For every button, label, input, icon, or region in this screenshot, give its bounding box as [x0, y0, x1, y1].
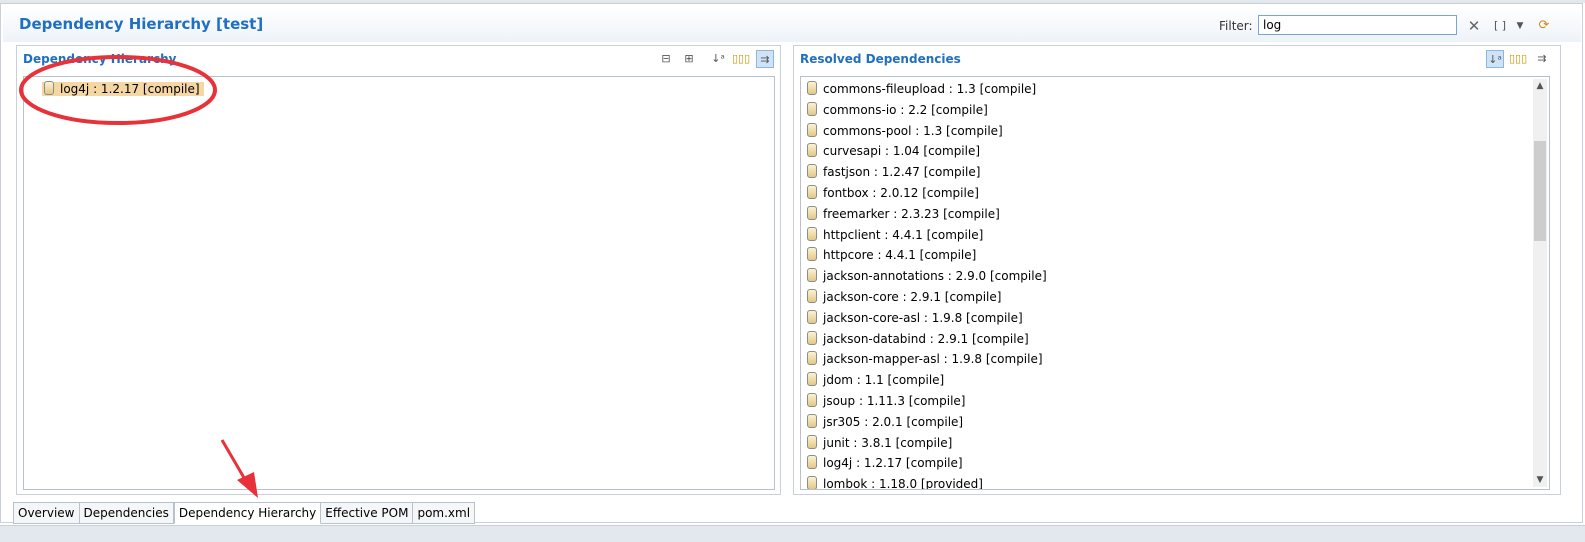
dependency-hierarchy-section: Dependency Hierarchy ⊟ ⊞ ↓ᵃ ▯▯▯ ⇉ log4j …: [16, 45, 781, 495]
jar-icon: [807, 143, 817, 157]
list-item[interactable]: jackson-mapper-asl : 1.9.8 [compile]: [807, 349, 1043, 369]
vertical-scrollbar[interactable]: ▲ ▼: [1533, 79, 1547, 487]
jar-icon: [807, 247, 817, 261]
list-item[interactable]: jdom : 1.1 [compile]: [807, 370, 944, 390]
jar-icon: [807, 414, 817, 428]
pom-editor: Dependency Hierarchy [test] Filter: ✕ [ …: [0, 3, 1583, 525]
bottom-views-strip: [0, 525, 1585, 542]
list-item[interactable]: jackson-core : 2.9.1 [compile]: [807, 287, 1001, 307]
list-item[interactable]: httpclient : 4.4.1 [compile]: [807, 225, 983, 245]
jar-icon: [807, 455, 817, 469]
jar-icon: [807, 164, 817, 178]
editor-tabs: Overview Dependencies Dependency Hierarc…: [13, 502, 476, 525]
tree-item[interactable]: log4j : 1.2.17 [compile]: [42, 79, 204, 99]
show-groupid-icon[interactable]: ▯▯▯: [1509, 50, 1527, 68]
list-item-label: freemarker : 2.3.23 [compile]: [823, 207, 1000, 221]
dropdown-icon[interactable]: ▼: [1511, 17, 1529, 35]
list-item-label: httpclient : 4.4.1 [compile]: [823, 228, 984, 242]
list-item[interactable]: jsr305 : 2.0.1 [compile]: [807, 412, 963, 432]
scroll-up-icon[interactable]: ▲: [1533, 79, 1547, 93]
jar-icon: [807, 372, 817, 386]
list-item-label: curvesapi : 1.04 [compile]: [823, 144, 981, 158]
jar-icon: [807, 102, 817, 116]
jar-icon: [44, 81, 54, 95]
list-item[interactable]: commons-pool : 1.3 [compile]: [807, 121, 1003, 141]
list-item[interactable]: jackson-databind : 2.9.1 [compile]: [807, 329, 1029, 349]
list-item-label: commons-pool : 1.3 [compile]: [823, 124, 1003, 138]
jar-icon: [807, 310, 817, 324]
link-with-editor-icon[interactable]: ⇉: [756, 50, 774, 68]
jar-icon: [807, 435, 817, 449]
list-item-label: jsr305 : 2.0.1 [compile]: [823, 415, 964, 429]
tree-item-label: log4j : 1.2.17 [compile]: [60, 82, 200, 96]
clear-filter-icon[interactable]: ✕: [1465, 17, 1483, 35]
refresh-icon[interactable]: ⟳: [1535, 17, 1553, 35]
list-item[interactable]: junit : 3.8.1 [compile]: [807, 433, 952, 453]
list-item[interactable]: jsoup : 1.11.3 [compile]: [807, 391, 965, 411]
jar-icon: [807, 268, 817, 282]
list-item-label: jsoup : 1.11.3 [compile]: [823, 394, 966, 408]
list-item-label: commons-fileupload : 1.3 [compile]: [823, 82, 1037, 96]
list-item[interactable]: fontbox : 2.0.12 [compile]: [807, 183, 979, 203]
list-item[interactable]: lombok : 1.18.0 [provided]: [807, 474, 983, 490]
jar-icon: [807, 331, 817, 345]
list-item[interactable]: freemarker : 2.3.23 [compile]: [807, 204, 1000, 224]
list-item-label: jackson-core-asl : 1.9.8 [compile]: [823, 311, 1023, 325]
expand-all-icon[interactable]: ⊞: [680, 50, 698, 68]
list-item[interactable]: log4j : 1.2.17 [compile]: [807, 453, 963, 473]
jar-icon: [807, 289, 817, 303]
jar-icon: [807, 227, 817, 241]
tab-effective-pom[interactable]: Effective POM: [321, 503, 414, 524]
list-item-label: jackson-mapper-asl : 1.9.8 [compile]: [823, 352, 1043, 366]
tab-overview[interactable]: Overview: [13, 503, 80, 524]
list-item-label: fastjson : 1.2.47 [compile]: [823, 165, 981, 179]
page-title: Dependency Hierarchy [test]: [19, 15, 264, 33]
sort-icon[interactable]: ↓ᵃ: [709, 50, 727, 68]
list-item-label: junit : 3.8.1 [compile]: [823, 436, 953, 450]
list-item[interactable]: fastjson : 1.2.47 [compile]: [807, 162, 980, 182]
list-item-label: httpcore : 4.4.1 [compile]: [823, 248, 977, 262]
jar-icon: [807, 351, 817, 365]
tab-dependencies[interactable]: Dependencies: [79, 503, 174, 524]
link-with-editor-icon[interactable]: ⇉: [1533, 50, 1551, 68]
jar-icon: [807, 123, 817, 137]
hierarchy-tree: log4j : 1.2.17 [compile]: [23, 76, 775, 490]
list-item-label: log4j : 1.2.17 [compile]: [823, 456, 963, 470]
list-item-label: commons-io : 2.2 [compile]: [823, 103, 988, 117]
list-item[interactable]: curvesapi : 1.04 [compile]: [807, 141, 980, 161]
jar-icon: [807, 476, 817, 489]
list-item-label: jackson-databind : 2.9.1 [compile]: [823, 332, 1029, 346]
list-item-label: lombok : 1.18.0 [provided]: [823, 477, 983, 490]
section-title: Dependency Hierarchy: [23, 52, 177, 66]
section-title: Resolved Dependencies: [800, 52, 961, 66]
list-item[interactable]: jackson-annotations : 2.9.0 [compile]: [807, 266, 1047, 286]
collapse-all-icon[interactable]: ⊟: [657, 50, 675, 68]
filter-mode-icon[interactable]: [ ]: [1491, 17, 1509, 35]
list-item-label: jdom : 1.1 [compile]: [823, 373, 945, 387]
jar-icon: [807, 393, 817, 407]
editor-header: Dependency Hierarchy [test] Filter: ✕ [ …: [3, 6, 1581, 42]
scrollbar-thumb[interactable]: [1534, 141, 1546, 241]
list-item-label: fontbox : 2.0.12 [compile]: [823, 186, 979, 200]
list-item[interactable]: commons-fileupload : 1.3 [compile]: [807, 79, 1036, 99]
jar-icon: [807, 81, 817, 95]
scroll-down-icon[interactable]: ▼: [1533, 473, 1547, 487]
list-item-label: jackson-annotations : 2.9.0 [compile]: [823, 269, 1047, 283]
resolved-list: commons-fileupload : 1.3 [compile] commo…: [800, 76, 1550, 490]
tab-pom-xml[interactable]: pom.xml: [413, 503, 476, 524]
filter-label: Filter:: [1219, 19, 1253, 33]
tab-dependency-hierarchy[interactable]: Dependency Hierarchy: [173, 503, 322, 524]
list-item[interactable]: jackson-core-asl : 1.9.8 [compile]: [807, 308, 1023, 328]
jar-icon: [807, 185, 817, 199]
jar-icon: [807, 206, 817, 220]
show-groupid-icon[interactable]: ▯▯▯: [732, 50, 750, 68]
filter-input[interactable]: [1258, 15, 1457, 35]
sort-icon[interactable]: ↓ᵃ: [1486, 50, 1504, 68]
list-item[interactable]: httpcore : 4.4.1 [compile]: [807, 245, 976, 265]
list-item[interactable]: commons-io : 2.2 [compile]: [807, 100, 988, 120]
list-item-label: jackson-core : 2.9.1 [compile]: [823, 290, 1002, 304]
resolved-dependencies-section: Resolved Dependencies ↓ᵃ ▯▯▯ ⇉ commons-f…: [793, 45, 1561, 495]
